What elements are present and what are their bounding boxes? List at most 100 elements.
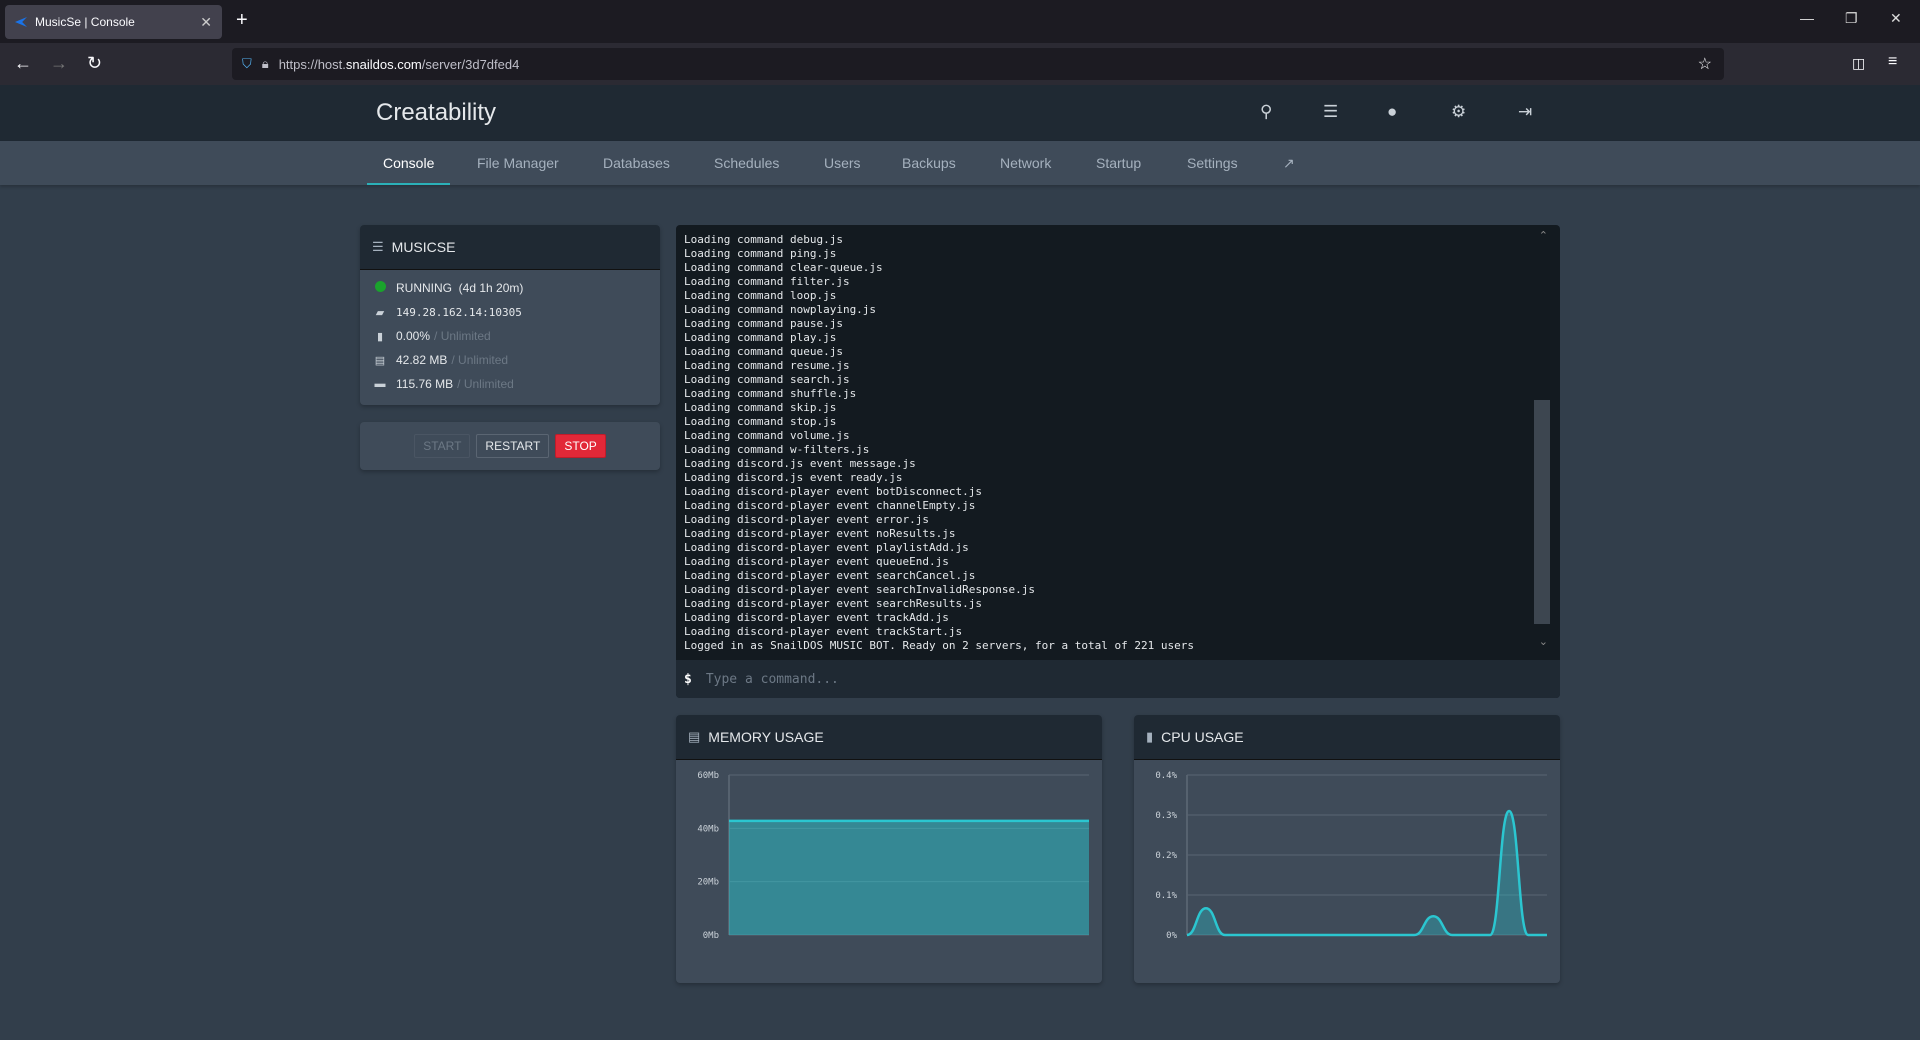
new-tab-icon[interactable]: + [236, 9, 248, 32]
console-scrollbar[interactable] [1534, 400, 1550, 624]
user-icon[interactable]: ● [1387, 102, 1397, 122]
server-name: MUSICSE [391, 239, 456, 255]
cogs-icon[interactable]: ⚙ [1451, 102, 1466, 122]
console-line: Logged in as SnailDOS MUSIC BOT. Ready o… [684, 639, 1194, 652]
favicon-icon [15, 17, 27, 27]
restart-button[interactable]: RESTART [476, 434, 550, 458]
memory-chart-title: MEMORY USAGE [708, 729, 824, 745]
uptime: (4d 1h 20m) [458, 281, 524, 295]
console-line: Loading discord-player event searchCance… [684, 569, 976, 582]
console-line: Loading discord-player event searchResul… [684, 597, 983, 610]
console-line: Loading command pause.js [684, 317, 843, 330]
y-tick-label: 0.4% [1155, 771, 1177, 781]
cpu-usage-card: ▮ CPU USAGE 0% 0.1% 0.2% 0.3% 0.4% [1134, 715, 1560, 983]
memory-icon: ▤ [374, 354, 386, 367]
search-icon[interactable]: ⚲ [1260, 102, 1272, 122]
memory-limit: / Unlimited [451, 353, 509, 367]
power-controls: START RESTART STOP [360, 422, 660, 470]
console-line: Loading discord-player event error.js [684, 513, 930, 526]
console-line: Loading discord-player event trackStart.… [684, 625, 963, 638]
logout-icon[interactable]: ⇥ [1518, 102, 1532, 122]
console-line: Loading command clear-queue.js [684, 261, 883, 274]
shield-icon: ⛉ [242, 56, 252, 71]
console-line: Loading command queue.js [684, 345, 843, 358]
console-line: Loading command play.js [684, 331, 837, 344]
stop-button[interactable]: STOP [555, 434, 606, 458]
console-line: Loading discord-player event searchInval… [684, 583, 1035, 596]
console-panel: Loading command debug.js Loading command … [676, 225, 1560, 698]
forward-icon[interactable]: → [50, 53, 68, 74]
back-icon[interactable]: ← [14, 53, 32, 74]
start-button[interactable]: START [414, 434, 471, 458]
cpu-chart: 0% 0.1% 0.2% 0.3% 0.4% [1155, 771, 1547, 941]
server-address[interactable]: 149.28.162.14:10305 [396, 306, 522, 319]
tab-file-manager[interactable]: File Manager [477, 141, 559, 185]
network-icon: ▰ [375, 306, 385, 319]
browser-tab[interactable]: MusicSe | Console ✕ [5, 5, 222, 39]
console-output: Loading command debug.js Loading command … [684, 233, 1194, 653]
reload-icon[interactable]: ↻ [87, 53, 102, 74]
disk-value: 115.76 MB [396, 377, 454, 391]
console-line: Loading command search.js [684, 373, 850, 386]
y-tick-label: 0.3% [1155, 811, 1177, 821]
tab-settings[interactable]: Settings [1187, 141, 1238, 185]
console-line: Loading discord.js event ready.js [684, 471, 903, 484]
console-line: Loading discord.js event message.js [684, 457, 916, 470]
menu-icon[interactable]: ≡ [1888, 53, 1897, 71]
browser-toolbar: ← → ↻ ⛉ 🔒︎ https://host. snaildos.com/ser… [0, 43, 1920, 85]
command-bar: $ [676, 660, 1560, 698]
browser-tab-bar: MusicSe | Console ✕ + — ❐ ✕ [0, 0, 1920, 43]
console-line: Loading command volume.js [684, 429, 850, 442]
memory-chart: 0Mb 20Mb 40Mb 60Mb [697, 771, 1089, 941]
console-line: Loading command debug.js [684, 233, 843, 246]
console-line: Loading command filter.js [684, 275, 850, 288]
y-tick-label: 0Mb [703, 931, 719, 941]
window-close-icon[interactable]: ✕ [1890, 10, 1902, 27]
external-link-icon[interactable]: ↗ [1283, 141, 1295, 185]
tab-network[interactable]: Network [1000, 141, 1051, 185]
memory-usage-card: ▤ MEMORY USAGE 0Mb 20Mb 40Mb 60Mb [676, 715, 1102, 983]
console-line: Loading command ping.js [684, 247, 837, 260]
memory-icon: ▤ [688, 729, 701, 744]
tab-startup[interactable]: Startup [1096, 141, 1141, 185]
scroll-up-icon[interactable]: ⌃ [1539, 229, 1548, 242]
y-tick-label: 0.1% [1155, 891, 1177, 901]
console-line: Loading command resume.js [684, 359, 850, 372]
y-tick-label: 60Mb [697, 771, 719, 781]
tab-backups[interactable]: Backups [902, 141, 956, 185]
console-line: Loading discord-player event noResults.j… [684, 527, 956, 540]
status-dot-icon [372, 281, 388, 295]
layers-icon[interactable]: ☰ [1323, 102, 1338, 122]
url-bar[interactable]: ⛉ 🔒︎ https://host. snaildos.com/server/3d… [232, 48, 1724, 80]
y-tick-label: 0% [1166, 931, 1177, 941]
tab-title: MusicSe | Console [35, 15, 135, 29]
pocket-icon[interactable]: ◫ [1852, 55, 1865, 72]
console-line: Loading command w-filters.js [684, 443, 870, 456]
url-prefix: https://host. [278, 56, 346, 72]
console-line: Loading command skip.js [684, 401, 837, 414]
restore-icon[interactable]: ❐ [1845, 10, 1858, 27]
console-line: Loading discord-player event channelEmpt… [684, 499, 976, 512]
server-info-card: ☰ MUSICSE RUNNING (4d 1h 20m) ▰ 149.28.162… [360, 225, 660, 405]
console-line: Loading discord-player event playlistAdd… [684, 541, 969, 554]
bookmark-star-icon[interactable]: ☆ [1698, 54, 1712, 74]
app-title[interactable]: Creatability [376, 99, 496, 127]
scroll-down-icon[interactable]: ⌄ [1539, 635, 1548, 648]
url-host: snaildos.com [345, 56, 422, 72]
tab-databases[interactable]: Databases [603, 141, 670, 185]
command-input[interactable] [705, 671, 1506, 687]
console-line: Loading command stop.js [684, 415, 837, 428]
cpu-icon: ▮ [1146, 729, 1154, 744]
tab-schedules[interactable]: Schedules [714, 141, 779, 185]
tab-console[interactable]: Console [367, 141, 451, 185]
minimize-icon[interactable]: — [1800, 10, 1814, 26]
area-fill [729, 820, 1089, 935]
tab-users[interactable]: Users [824, 141, 861, 185]
server-nav: Console File Manager Databases Schedules… [0, 141, 1920, 185]
status-text: RUNNING [396, 281, 452, 295]
prompt-symbol: $ [684, 671, 692, 687]
close-tab-icon[interactable]: ✕ [200, 14, 212, 31]
console-line: Loading discord-player event trackAdd.js [684, 611, 949, 624]
cpu-chart-title: CPU USAGE [1161, 729, 1244, 745]
console-line: Loading command loop.js [684, 289, 837, 302]
